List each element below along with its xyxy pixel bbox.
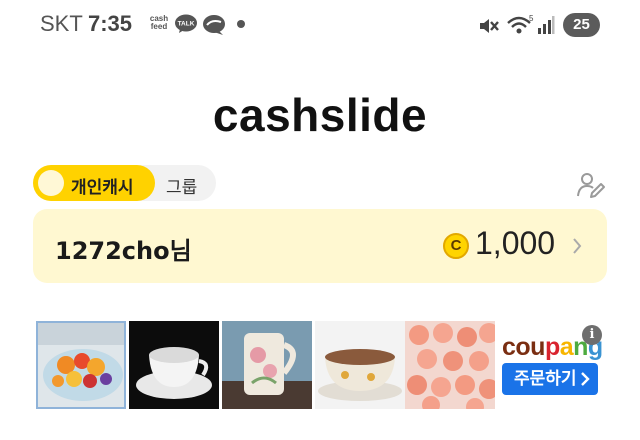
status-time: 7:35	[88, 11, 133, 36]
cash-type-tabs: 개인캐시 그룹	[33, 165, 216, 201]
battery-icon: 25	[563, 13, 600, 37]
carrier-label: SKT	[40, 11, 83, 36]
svg-text:5: 5	[529, 14, 534, 23]
mute-icon	[480, 19, 499, 33]
teacup-image[interactable]	[129, 321, 219, 409]
cashfeed-icon: cash feed	[149, 14, 169, 31]
tab-personal-cash-label: 개인캐시	[71, 178, 134, 198]
shrimp-image[interactable]	[405, 321, 495, 409]
order-button[interactable]: 주문하기	[502, 363, 598, 395]
balance-card[interactable]: 1272cho님 C 1,000	[33, 209, 607, 283]
profile-edit-icon[interactable]	[576, 170, 606, 200]
svg-text:TALK: TALK	[178, 21, 195, 28]
order-button-label: 주문하기	[514, 369, 577, 389]
soup-cup-image[interactable]	[315, 321, 405, 409]
toggle-knob	[38, 170, 64, 196]
signal-icon	[538, 16, 555, 34]
username: 1272cho님	[55, 237, 192, 265]
app-logo: cashslide	[212, 89, 428, 141]
kakaotalk-icon: TALK	[175, 14, 197, 33]
ad-info-icon[interactable]: i	[582, 325, 602, 345]
tab-group[interactable]: 그룹	[166, 173, 197, 198]
chevron-right-icon	[573, 238, 582, 254]
tab-personal-cash[interactable]: 개인캐시	[33, 165, 155, 201]
ad-banner[interactable]: coupang 주문하기 i	[33, 321, 607, 409]
chevron-right-icon	[581, 372, 590, 386]
coin-icon: C	[443, 233, 469, 259]
fruit-bowl-image[interactable]	[36, 321, 126, 409]
wifi-icon: 5	[507, 14, 534, 34]
mug-image[interactable]	[222, 321, 312, 409]
chat-bubble-icon	[203, 15, 225, 35]
notification-dot	[237, 20, 245, 28]
status-bar: SKT 7:35 cash feed TALK 5 25	[0, 0, 640, 50]
balance-amount: 1,000	[475, 225, 556, 261]
coupang-ad[interactable]: coupang 주문하기 i	[496, 321, 607, 409]
